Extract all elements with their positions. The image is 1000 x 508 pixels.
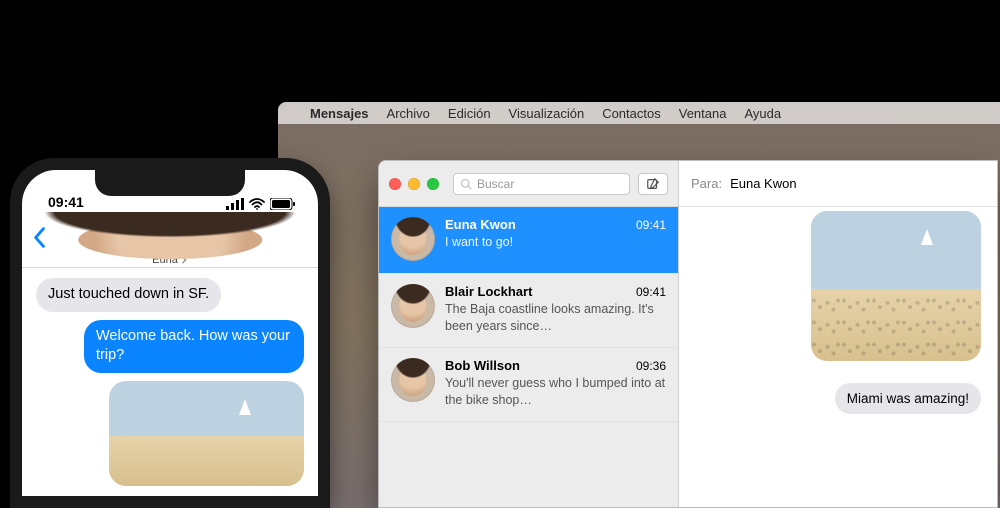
- conversation-time: 09:36: [636, 359, 666, 373]
- mac-menubar: Mensajes Archivo Edición Visualización C…: [278, 102, 1000, 124]
- battery-icon: [270, 198, 296, 210]
- conversation-preview: The Baja coastline looks amazing. It's b…: [445, 301, 666, 335]
- conversation-nav: Euna: [22, 212, 318, 268]
- chat-bubble-incoming: Miami was amazing!: [835, 383, 981, 414]
- compose-button[interactable]: [638, 173, 668, 195]
- chat-pane: Para: Euna Kwon Miami was amazing!: [679, 161, 997, 507]
- conversation-preview: I want to go!: [445, 234, 666, 251]
- window-minimize-button[interactable]: [408, 178, 420, 190]
- chat-image-bubble[interactable]: [109, 381, 304, 486]
- menubar-item-archivo[interactable]: Archivo: [387, 106, 430, 121]
- to-value[interactable]: Euna Kwon: [730, 176, 797, 191]
- menubar-app-name[interactable]: Mensajes: [310, 106, 369, 121]
- compose-icon: [646, 177, 660, 191]
- avatar: [391, 217, 435, 261]
- conversation-list: Euna Kwon 09:41 I want to go! Blair Lock…: [379, 207, 678, 507]
- conversation-preview: You'll never guess who I bumped into at …: [445, 375, 666, 409]
- avatar: [391, 358, 435, 402]
- conversation-name: Euna Kwon: [445, 217, 516, 232]
- chat-bubble-incoming: Just touched down in SF.: [36, 278, 221, 312]
- search-input[interactable]: Buscar: [453, 173, 630, 195]
- conversation-item[interactable]: Euna Kwon 09:41 I want to go!: [379, 207, 678, 274]
- conversation-sidebar: Buscar Euna Kwon 09:41: [379, 161, 679, 507]
- iphone-notch: [95, 170, 245, 196]
- to-label: Para:: [691, 176, 722, 191]
- contact-header[interactable]: Euna: [151, 214, 189, 266]
- menubar-item-edicion[interactable]: Edición: [448, 106, 491, 121]
- window-zoom-button[interactable]: [427, 178, 439, 190]
- menubar-item-contactos[interactable]: Contactos: [602, 106, 661, 121]
- menubar-item-ayuda[interactable]: Ayuda: [744, 106, 781, 121]
- mac-device-frame: Mensajes Archivo Edición Visualización C…: [256, 80, 1000, 508]
- avatar: [391, 284, 435, 328]
- menubar-item-visualizacion[interactable]: Visualización: [509, 106, 585, 121]
- conversation-name: Blair Lockhart: [445, 284, 532, 299]
- avatar: [151, 214, 189, 252]
- search-placeholder: Buscar: [477, 177, 514, 191]
- window-close-button[interactable]: [389, 178, 401, 190]
- iphone-device-frame: 09:41 Euna Just touched down in SF. Welc: [10, 158, 330, 508]
- iphone-chat-body[interactable]: Just touched down in SF. Welcome back. H…: [22, 268, 318, 496]
- conversation-name: Bob Willson: [445, 358, 520, 373]
- conversation-time: 09:41: [636, 285, 666, 299]
- wifi-icon: [249, 198, 265, 210]
- iphone-screen: 09:41 Euna Just touched down in SF. Welc: [22, 170, 318, 496]
- conversation-item[interactable]: Bob Willson 09:36 You'll never guess who…: [379, 348, 678, 422]
- mac-screen: Mensajes Archivo Edición Visualización C…: [278, 102, 1000, 508]
- chat-image-bubble[interactable]: [811, 211, 981, 361]
- chat-bubble-outgoing: Welcome back. How was your trip?: [84, 320, 304, 373]
- chat-header: Para: Euna Kwon: [679, 161, 997, 207]
- window-traffic-lights: [389, 178, 439, 190]
- conversation-time: 09:41: [636, 218, 666, 232]
- menubar-item-ventana[interactable]: Ventana: [679, 106, 727, 121]
- messages-window: Buscar Euna Kwon 09:41: [378, 160, 998, 508]
- conversation-item[interactable]: Blair Lockhart 09:41 The Baja coastline …: [379, 274, 678, 348]
- sidebar-toolbar: Buscar: [379, 161, 678, 207]
- cellular-icon: [226, 198, 244, 210]
- chat-body: Miami was amazing!: [679, 207, 997, 507]
- status-time: 09:41: [48, 194, 84, 210]
- search-icon: [460, 178, 472, 190]
